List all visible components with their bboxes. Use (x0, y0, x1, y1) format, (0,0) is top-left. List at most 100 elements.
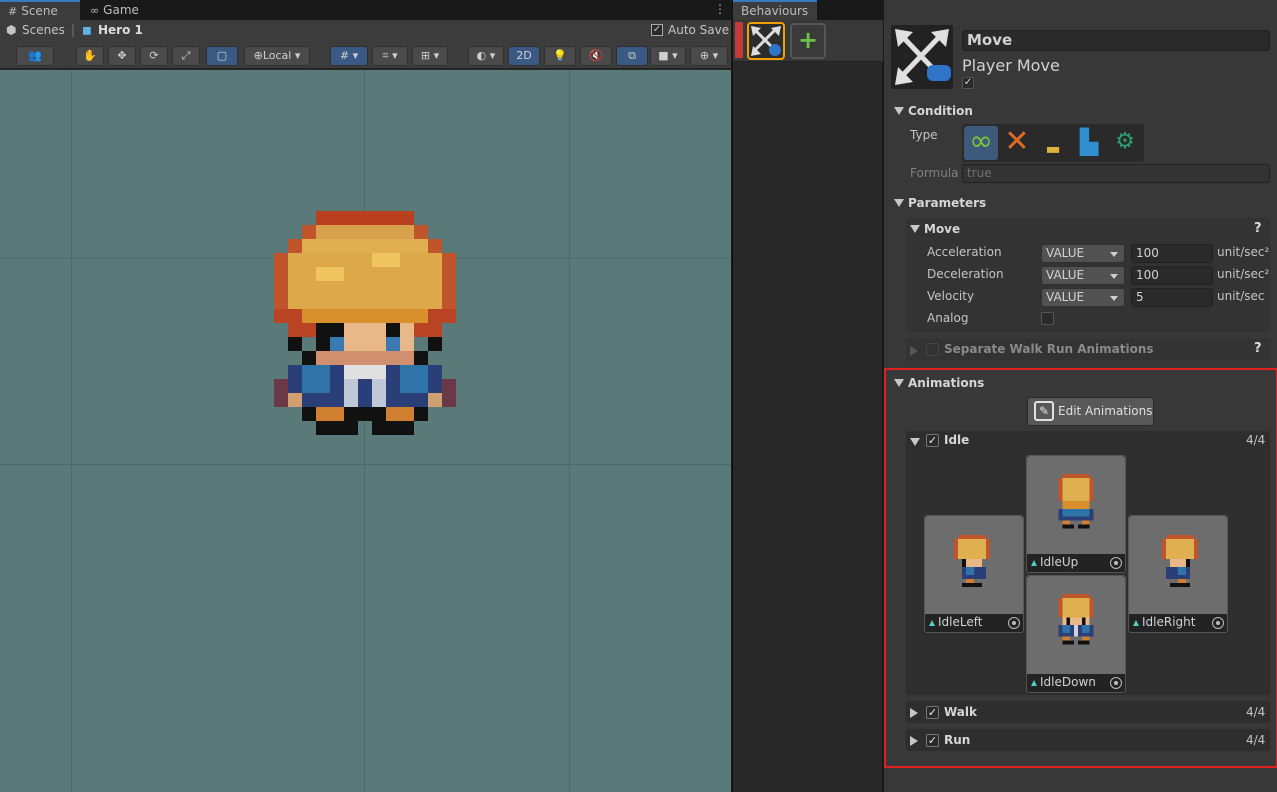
autosave-label: Auto Save (668, 23, 730, 37)
move-params-header[interactable]: Move (910, 222, 960, 236)
audio-icon: 🔇 (589, 49, 603, 62)
condition-header[interactable]: Condition (894, 104, 973, 118)
foldout-closed-icon[interactable] (910, 344, 918, 358)
rotate-icon: ⟳ (149, 49, 159, 62)
gizmos-button[interactable]: ⊕ ▾ (690, 46, 728, 66)
behaviour-title-field[interactable]: Move (962, 30, 1270, 51)
breadcrumb-separator: | (71, 23, 76, 37)
deceleration-value-field[interactable]: 100 (1131, 266, 1213, 285)
hero-sprite[interactable] (274, 208, 456, 466)
formula-field[interactable]: true (962, 164, 1270, 183)
idle-right-slot[interactable]: IdleRight (1128, 515, 1228, 633)
animation-clip-icon (1031, 680, 1037, 686)
breadcrumb-scenes[interactable]: Scenes (22, 23, 65, 37)
formula-label: Formula (910, 166, 959, 180)
walk-label: Walk (944, 705, 977, 719)
foldout-closed-icon[interactable] (910, 706, 918, 720)
scene-viewport[interactable] (0, 70, 731, 792)
plus-icon: + (797, 26, 819, 54)
grid-line (71, 70, 72, 792)
clip-name: IdleUp (1040, 555, 1079, 569)
2d-mode-button[interactable]: 2D (508, 46, 540, 66)
behaviours-panel: Behaviours ⋮ + (732, 0, 1276, 792)
idle-left-slot[interactable]: IdleLeft (924, 515, 1024, 633)
collision-condition-icon[interactable]: ▙ (1072, 126, 1106, 160)
acceleration-label: Acceleration (927, 245, 1002, 259)
drag-handle[interactable] (735, 22, 743, 58)
gamepad-icon: ∞ (90, 4, 100, 17)
idle-down-slot[interactable]: IdleDown (1026, 575, 1126, 693)
kebab-menu-icon[interactable]: ⋮ (714, 3, 726, 15)
grid-line (569, 70, 570, 792)
behaviour-subtitle: Player Move (962, 56, 1060, 75)
parameters-header[interactable]: Parameters (894, 196, 986, 210)
behaviours-tabbar: Behaviours ⋮ (733, 0, 1276, 20)
tab-game[interactable]: ∞ Game (82, 0, 152, 20)
foldout-open-icon[interactable] (910, 435, 924, 449)
autosave-checkbox[interactable]: ✓ (651, 24, 663, 36)
effects-button[interactable]: ⧉ (616, 46, 648, 66)
scale-tool-button[interactable]: ⤢ (172, 46, 200, 66)
gizmo-icon: ⊕ (699, 49, 710, 62)
analog-label: Analog (927, 311, 969, 325)
edit-animations-button[interactable]: ✎ Edit Animations (1027, 397, 1154, 426)
help-icon[interactable]: ? (1254, 221, 1262, 236)
object-picker-icon[interactable] (1110, 677, 1122, 689)
velocity-unit: unit/sec (1217, 289, 1265, 303)
idle-up-slot[interactable]: IdleUp (1026, 455, 1126, 573)
lighting-button[interactable]: 💡 (544, 46, 576, 66)
help-icon[interactable]: ? (1254, 341, 1262, 356)
camera-button[interactable]: ■ ▾ (650, 46, 686, 66)
run-checkbox[interactable]: ✓ (926, 734, 939, 747)
trigger-condition-icon[interactable]: ▬ (1036, 126, 1070, 160)
move-arrows-icon (751, 26, 781, 56)
hero-front-sprite (1058, 594, 1094, 645)
analog-checkbox[interactable] (1041, 312, 1054, 325)
animations-header[interactable]: Animations (894, 376, 984, 390)
ruler-icon: ⊞ (420, 49, 431, 62)
increment-snap-button[interactable]: ⊞ ▾ (412, 46, 448, 66)
inspector: Move Player Move ✓ Condition Type ∞ ✕ ▬ … (883, 0, 1277, 792)
foldout-closed-icon[interactable] (910, 734, 918, 748)
add-behaviour-button[interactable]: + (790, 23, 826, 59)
separate-animations-checkbox[interactable] (926, 343, 939, 356)
grid-snap-button[interactable]: # ▾ (330, 46, 368, 66)
acceleration-value-field[interactable]: 100 (1131, 244, 1213, 263)
condition-type-selector: ∞ ✕ ▬ ▙ ⚙ (962, 124, 1144, 162)
hero-side-sprite (954, 535, 990, 587)
walk-checkbox[interactable]: ✓ (926, 706, 939, 719)
audio-button[interactable]: 🔇 (580, 46, 612, 66)
tab-scene[interactable]: # Scene (0, 0, 80, 20)
layers-icon: ⧉ (628, 49, 636, 62)
custom-condition-icon[interactable]: ⚙ (1108, 126, 1142, 160)
velocity-value-field[interactable]: 5 (1131, 288, 1213, 307)
infinite-condition-icon[interactable]: ∞ (964, 126, 998, 160)
object-picker-icon[interactable] (1212, 617, 1224, 629)
deceleration-mode-dropdown[interactable]: VALUE (1041, 266, 1125, 285)
rect-tool-button[interactable]: ▢ (206, 46, 238, 66)
acceleration-mode-dropdown[interactable]: VALUE (1041, 244, 1125, 263)
sprite-preview (1027, 576, 1125, 674)
enabled-checkbox[interactable]: ✓ (962, 77, 974, 89)
deceleration-unit: unit/sec² (1217, 267, 1270, 281)
shading-icon: ◐ (476, 49, 487, 62)
sprite-preview (1129, 516, 1227, 614)
object-picker-icon[interactable] (1008, 617, 1020, 629)
snap-settings-button[interactable]: ⌗ ▾ (372, 46, 408, 66)
move-icon: ✥ (117, 49, 127, 62)
velocity-mode-dropdown[interactable]: VALUE (1041, 288, 1125, 307)
avatar-view-button[interactable]: 👥 (16, 46, 54, 66)
breadcrumb-hero[interactable]: Hero 1 (98, 23, 143, 37)
move-tool-button[interactable]: ✥ (108, 46, 136, 66)
hand-tool-button[interactable]: ✋ (76, 46, 104, 66)
none-condition-icon[interactable]: ✕ (1000, 126, 1034, 160)
tab-behaviours[interactable]: Behaviours (733, 0, 817, 20)
rotate-tool-button[interactable]: ⟳ (140, 46, 168, 66)
idle-checkbox[interactable]: ✓ (926, 434, 939, 447)
pivot-mode-dropdown[interactable]: ⊕Local ▾ (244, 46, 310, 66)
separate-animations-label: Separate Walk Run Animations (944, 342, 1154, 356)
object-picker-icon[interactable] (1110, 557, 1122, 569)
hand-icon: ✋ (83, 49, 97, 62)
draw-mode-button[interactable]: ◐ ▾ (468, 46, 504, 66)
move-behaviour-slot[interactable] (747, 22, 785, 60)
